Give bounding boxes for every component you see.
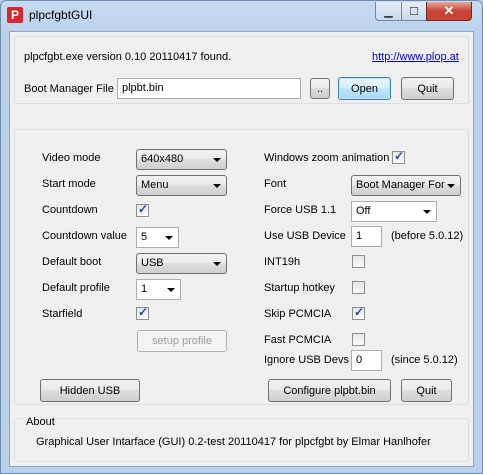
startup-hotkey-checkbox[interactable]: ✓ <box>352 281 365 294</box>
chevron-down-icon <box>165 236 173 240</box>
hidden-usb-button[interactable]: Hidden USB <box>40 379 140 402</box>
minimize-button[interactable]: ▁ <box>375 2 402 21</box>
video-mode-label: Video mode <box>42 152 101 164</box>
force-usb-value: Off <box>356 205 371 217</box>
ignore-usb-devs-label: Ignore USB Devs <box>264 354 349 366</box>
starfield-checkbox[interactable]: ✓ <box>136 305 149 320</box>
fast-pcmcia-label: Fast PCMCIA <box>264 334 332 346</box>
maximize-button[interactable]: ☐ <box>401 2 427 21</box>
default-boot-select[interactable]: USB <box>136 253 227 274</box>
default-profile-select[interactable]: 1 <box>136 279 181 300</box>
chevron-down-icon <box>213 262 221 266</box>
minimize-icon: ▁ <box>384 5 393 18</box>
maximize-icon: ☐ <box>409 5 419 18</box>
default-profile-value: 1 <box>141 283 148 295</box>
main-window: P plpcfgbtGUI ▁ ☐ ✕ plpcfgbt.exe version… <box>0 0 483 474</box>
force-usb-label: Force USB 1.1 <box>264 204 337 216</box>
font-label: Font <box>264 178 287 190</box>
checkmark-icon: ✓ <box>354 305 365 319</box>
start-mode-label: Start mode <box>42 178 96 190</box>
ignore-usb-devs-input[interactable]: 0 <box>351 350 382 371</box>
countdown-label: Countdown <box>42 204 98 216</box>
boot-manager-file-input[interactable]: plpbt.bin <box>117 78 301 99</box>
configure-button[interactable]: Configure plpbt.bin <box>268 379 391 402</box>
use-usb-device-label: Use USB Device <box>264 230 346 242</box>
default-profile-label: Default profile <box>42 282 110 294</box>
start-mode-select[interactable]: Menu <box>136 175 227 196</box>
countdown-checkbox[interactable]: ✓ <box>136 202 149 217</box>
checkmark-icon: ✓ <box>138 305 149 319</box>
video-mode-value: 640x480 <box>141 153 184 165</box>
checkmark-icon: ✓ <box>394 149 405 163</box>
chevron-down-icon <box>213 184 221 188</box>
chevron-down-icon <box>447 184 455 188</box>
about-heading: About <box>24 416 57 428</box>
default-boot-value: USB <box>141 257 164 269</box>
zoom-animation-label: Windows zoom animation <box>264 152 390 164</box>
countdown-value-label: Countdown value <box>42 230 128 242</box>
chevron-down-icon <box>213 158 221 162</box>
default-boot-label: Default boot <box>42 256 102 268</box>
skip-pcmcia-checkbox[interactable]: ✓ <box>352 305 365 320</box>
video-mode-select[interactable]: 640x480 <box>136 149 227 170</box>
start-mode-value: Menu <box>141 179 169 191</box>
ignore-usb-devs-note: (since 5.0.12) <box>391 354 458 366</box>
close-icon: ✕ <box>443 3 455 18</box>
title-bar[interactable]: P plpcfgbtGUI ▁ ☐ ✕ <box>1 1 482 31</box>
starfield-label: Starfield <box>42 308 83 320</box>
open-button[interactable]: Open <box>338 77 391 100</box>
close-button[interactable]: ✕ <box>426 2 472 21</box>
zoom-animation-checkbox[interactable]: ✓ <box>392 149 405 164</box>
app-icon: P <box>7 7 23 23</box>
countdown-value: 5 <box>141 231 148 243</box>
version-text: plpcfgbt.exe version 0.10 20110417 found… <box>24 51 232 63</box>
use-usb-device-input[interactable]: 1 <box>351 226 382 247</box>
boot-manager-label: Boot Manager File <box>24 83 114 95</box>
force-usb-select[interactable]: Off <box>351 201 437 222</box>
chevron-down-icon <box>167 288 175 292</box>
plop-link[interactable]: http://www.plop.at <box>372 51 459 63</box>
startup-hotkey-label: Startup hotkey <box>264 282 335 294</box>
font-select[interactable]: Boot Manager For <box>351 175 461 196</box>
browse-button[interactable]: .. <box>310 78 330 99</box>
int19h-checkbox[interactable]: ✓ <box>352 255 365 268</box>
chevron-down-icon <box>423 210 431 214</box>
setup-profile-button[interactable]: setup profile <box>137 330 227 352</box>
countdown-value-select[interactable]: 5 <box>136 227 179 248</box>
checkmark-icon: ✓ <box>138 202 149 216</box>
font-value: Boot Manager For <box>356 179 445 191</box>
int19h-label: INT19h <box>264 256 301 268</box>
fast-pcmcia-checkbox[interactable]: ✓ <box>352 333 365 346</box>
about-text: Graphical User Intarface (GUI) 0.2-test … <box>36 436 431 448</box>
bottom-quit-button[interactable]: Quit <box>401 379 452 402</box>
use-usb-device-note: (before 5.0.12) <box>391 230 464 242</box>
client-area: plpcfgbt.exe version 0.10 20110417 found… <box>9 31 474 467</box>
window-title: plpcfgbtGUI <box>29 8 93 22</box>
top-quit-button[interactable]: Quit <box>401 77 454 100</box>
skip-pcmcia-label: Skip PCMCIA <box>264 308 332 320</box>
